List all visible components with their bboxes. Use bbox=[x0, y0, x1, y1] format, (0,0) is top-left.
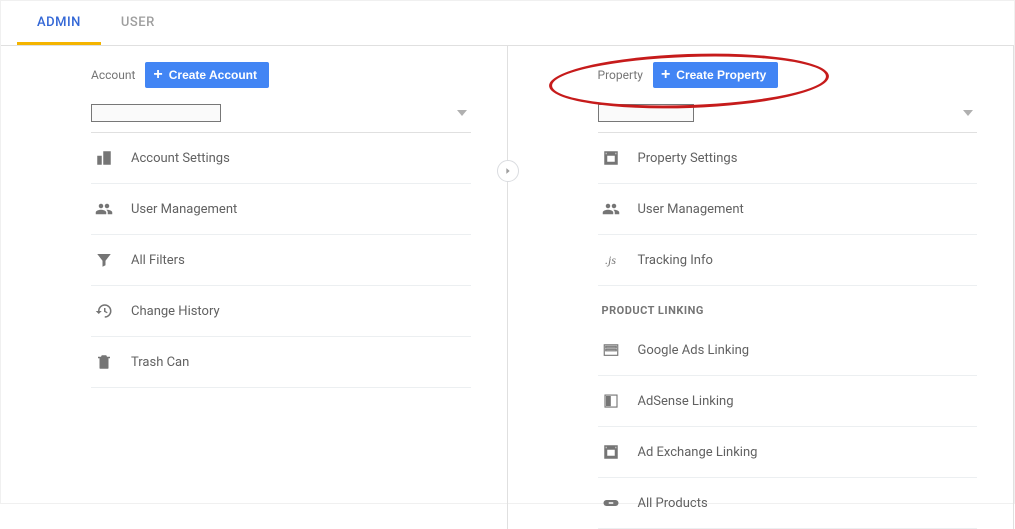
menu-label: Google Ads Linking bbox=[638, 343, 750, 358]
account-column: Account + Create Account Account Setting… bbox=[1, 46, 508, 529]
create-property-label: Create Property bbox=[676, 68, 766, 82]
arrow-right-icon bbox=[503, 166, 513, 176]
menu-adsense-linking[interactable]: AdSense Linking bbox=[598, 376, 978, 427]
link-icon bbox=[602, 494, 620, 512]
menu-tracking-info[interactable]: .js Tracking Info bbox=[598, 235, 978, 286]
menu-trash-can[interactable]: Trash Can bbox=[91, 337, 471, 388]
menu-label: Tracking Info bbox=[638, 253, 713, 268]
account-selector[interactable] bbox=[91, 98, 471, 133]
menu-google-ads-linking[interactable]: Google Ads Linking bbox=[598, 325, 978, 376]
history-icon bbox=[95, 302, 113, 320]
window-square-icon bbox=[602, 443, 620, 461]
menu-ad-exchange-linking[interactable]: Ad Exchange Linking bbox=[598, 427, 978, 478]
menu-label: Trash Can bbox=[131, 355, 189, 370]
create-account-label: Create Account bbox=[169, 68, 257, 82]
trash-icon bbox=[95, 353, 113, 371]
tab-bar: ADMIN USER bbox=[1, 1, 1014, 46]
chevron-down-icon bbox=[963, 110, 973, 116]
tab-admin[interactable]: ADMIN bbox=[17, 1, 101, 45]
property-selector-value bbox=[598, 104, 694, 122]
plus-icon: + bbox=[661, 69, 670, 81]
filter-icon bbox=[95, 251, 113, 269]
ads-icon bbox=[602, 341, 620, 359]
account-label: Account bbox=[91, 68, 135, 82]
property-label: Property bbox=[598, 68, 643, 82]
property-selector[interactable] bbox=[598, 98, 978, 133]
menu-label: User Management bbox=[131, 202, 237, 217]
window-square-icon bbox=[602, 149, 620, 167]
property-column: Property + Create Property Property Sett… bbox=[508, 46, 1015, 529]
menu-user-management-property[interactable]: User Management bbox=[598, 184, 978, 235]
menu-change-history[interactable]: Change History bbox=[91, 286, 471, 337]
menu-label: Ad Exchange Linking bbox=[638, 445, 758, 460]
menu-label: All Products bbox=[638, 496, 708, 511]
menu-label: AdSense Linking bbox=[638, 394, 734, 409]
plus-icon: + bbox=[153, 69, 162, 81]
company-icon bbox=[95, 149, 113, 167]
group-icon bbox=[95, 200, 113, 218]
product-linking-heading: PRODUCT LINKING bbox=[598, 286, 978, 325]
menu-user-management-account[interactable]: User Management bbox=[91, 184, 471, 235]
menu-label: Property Settings bbox=[638, 151, 738, 166]
account-selector-value bbox=[91, 104, 221, 122]
chevron-down-icon bbox=[457, 110, 467, 116]
menu-label: Account Settings bbox=[131, 151, 230, 166]
column-collapse-button[interactable] bbox=[497, 160, 519, 182]
menu-all-filters[interactable]: All Filters bbox=[91, 235, 471, 286]
create-property-button[interactable]: + Create Property bbox=[653, 62, 778, 88]
menu-account-settings[interactable]: Account Settings bbox=[91, 133, 471, 184]
tab-user[interactable]: USER bbox=[101, 1, 175, 45]
create-account-button[interactable]: + Create Account bbox=[145, 62, 269, 88]
group-icon bbox=[602, 200, 620, 218]
menu-label: User Management bbox=[638, 202, 744, 217]
menu-label: Change History bbox=[131, 304, 220, 319]
menu-property-settings[interactable]: Property Settings bbox=[598, 133, 978, 184]
js-icon: .js bbox=[602, 251, 620, 269]
adsense-icon bbox=[602, 392, 620, 410]
menu-label: All Filters bbox=[131, 253, 185, 268]
